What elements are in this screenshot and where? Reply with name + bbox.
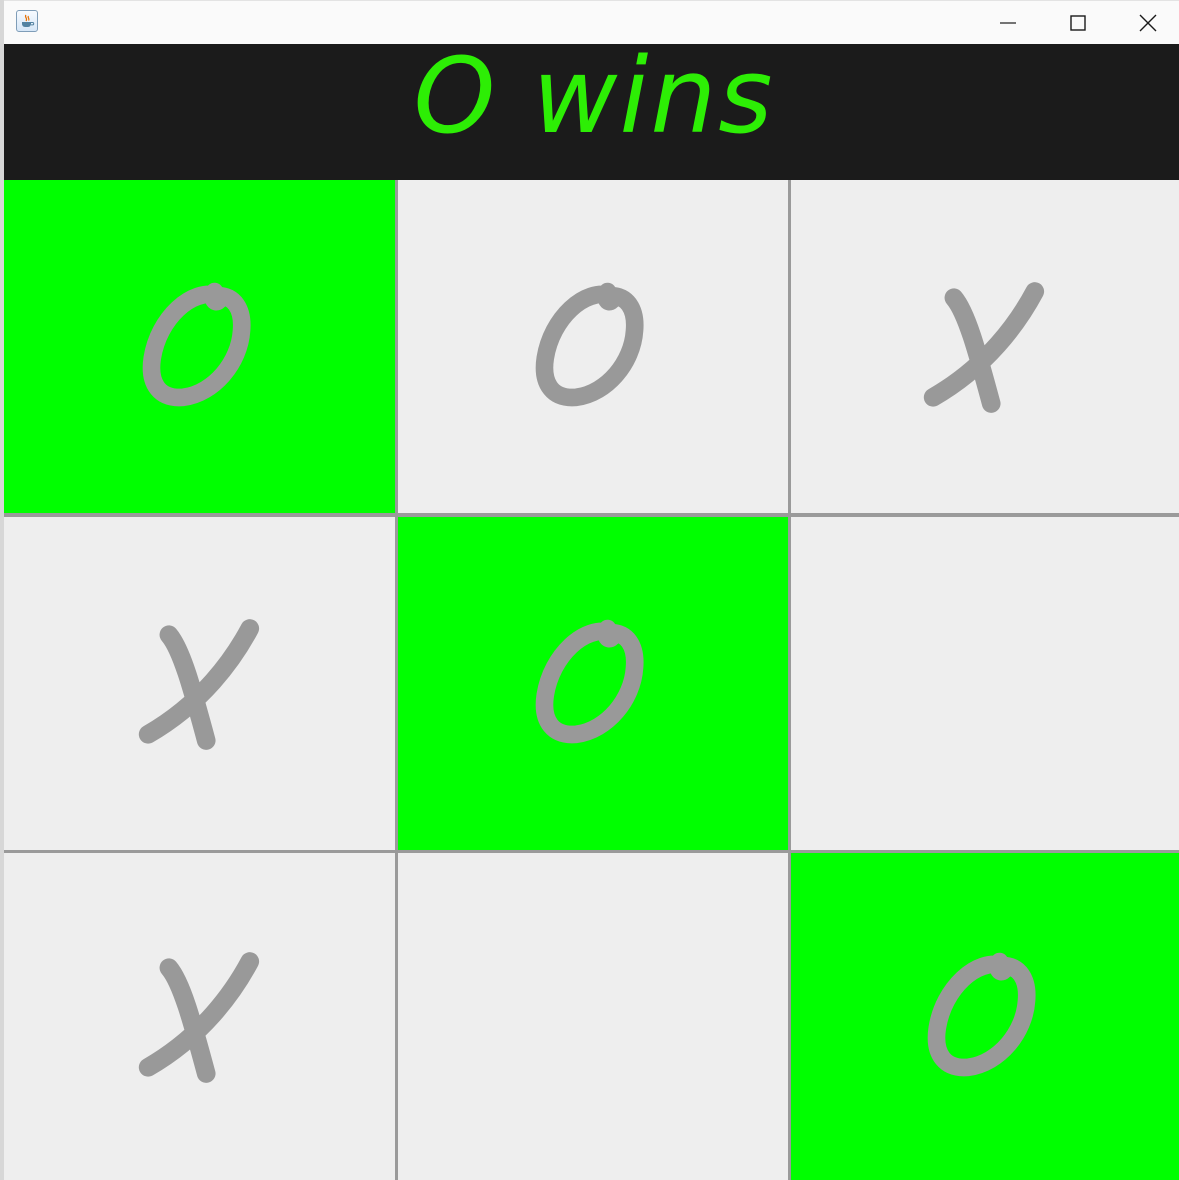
maximize-icon: [1070, 14, 1086, 31]
game-board: OOXXOXO: [4, 180, 1179, 1180]
title-bar[interactable]: [4, 0, 1179, 44]
java-app-icon[interactable]: [16, 10, 38, 32]
board-cell-3-1[interactable]: X: [4, 853, 395, 1180]
x-mark-icon: [138, 618, 259, 750]
board-cell-2-3[interactable]: [791, 517, 1179, 850]
game-window: O wins OOXXOXO: [4, 0, 1179, 1180]
board-cell-2-1[interactable]: X: [4, 517, 395, 850]
o-mark-icon: [535, 282, 644, 406]
o-mark-icon: [142, 282, 251, 406]
x-mark-icon: [923, 281, 1045, 413]
board-cell-1-3[interactable]: X: [791, 180, 1179, 513]
o-mark-icon: [927, 952, 1036, 1076]
board-cell-1-2[interactable]: O: [398, 180, 788, 513]
minimize-icon: [1000, 21, 1016, 24]
status-text: O wins: [413, 44, 775, 157]
board-cell-1-1[interactable]: O: [4, 180, 395, 513]
board-cell-3-2[interactable]: [398, 853, 788, 1180]
x-mark-icon: [138, 951, 259, 1083]
o-mark-icon: [535, 619, 644, 743]
maximize-button[interactable]: [1043, 1, 1113, 44]
board-cell-3-3[interactable]: O: [791, 853, 1179, 1180]
close-button[interactable]: [1113, 1, 1179, 44]
minimize-button[interactable]: [973, 1, 1043, 44]
status-banner: O wins: [4, 44, 1179, 180]
board-cell-2-2[interactable]: O: [398, 517, 788, 850]
close-icon: [1139, 14, 1157, 31]
